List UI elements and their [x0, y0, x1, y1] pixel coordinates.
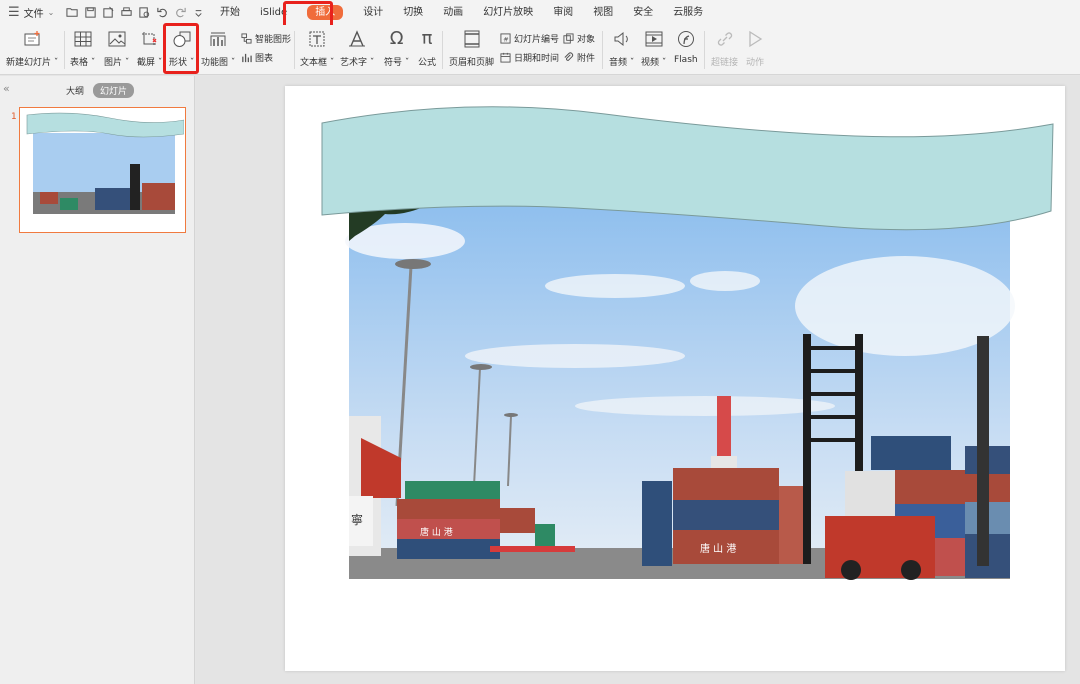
ribbon-separator	[64, 31, 65, 69]
slide-number-icon: #	[500, 33, 511, 44]
slide-thumbnail-1[interactable]	[19, 107, 186, 233]
svg-text:唐 山 港: 唐 山 港	[700, 542, 736, 555]
shape-button-highlight	[163, 23, 199, 74]
container-port-photo[interactable]: 寧 唐 山 港 唐 山 港	[345, 204, 1015, 580]
function-chart-button[interactable]: 功能图 ˇ	[201, 29, 235, 68]
ribbon-separator	[704, 31, 705, 69]
table-button[interactable]: 表格 ˇ	[70, 29, 95, 68]
attachment-label: 附件	[577, 54, 596, 64]
ribbon-separator	[602, 31, 603, 69]
tab-slideshow[interactable]: 幻灯片放映	[473, 0, 543, 25]
function-chart-icon	[207, 29, 229, 49]
chart-icon	[242, 53, 252, 63]
play-action-icon	[744, 29, 766, 49]
formula-button[interactable]: π 公式	[416, 28, 438, 69]
print-icon[interactable]	[120, 6, 133, 19]
slide-number-label: 幻灯片编号	[514, 35, 560, 45]
text-box-icon	[306, 29, 328, 49]
calendar-icon	[500, 52, 511, 63]
tab-home[interactable]: 开始	[210, 0, 250, 25]
slide-canvas[interactable]: 寧 唐 山 港 唐 山 港	[285, 86, 1065, 671]
table-icon	[72, 29, 94, 49]
new-slide-button[interactable]: 新建幻灯片 ˇ	[6, 29, 58, 68]
collapse-panel-icon[interactable]: «	[3, 82, 10, 95]
slide-number: 1	[11, 112, 17, 122]
smart-art-icon	[241, 33, 252, 44]
action-button[interactable]: 动作	[744, 29, 766, 68]
flash-button[interactable]: Flash	[674, 29, 698, 65]
header-footer-button[interactable]: 页眉和页脚	[449, 29, 494, 68]
hyperlink-button[interactable]: 超链接	[711, 29, 738, 68]
screenshot-icon	[139, 29, 161, 49]
ribbon-separator	[442, 31, 443, 69]
date-time-label: 日期和时间	[514, 54, 560, 64]
omega-icon: Ω	[389, 28, 404, 49]
tab-transitions[interactable]: 切换	[393, 0, 433, 25]
chart-button[interactable]: 图表	[241, 51, 273, 64]
object-button[interactable]: 对象	[563, 32, 595, 45]
picture-button[interactable]: 图片 ˇ	[104, 29, 129, 68]
smart-art-label: 智能图形	[255, 35, 292, 45]
open-folder-icon[interactable]	[66, 6, 79, 19]
picture-icon	[106, 29, 128, 49]
tab-animations[interactable]: 动画	[433, 0, 473, 25]
slide-number-button[interactable]: # 幻灯片编号	[500, 32, 559, 45]
hamburger-icon: ☰	[8, 5, 20, 20]
customize-toolbar-icon[interactable]	[192, 6, 205, 19]
symbol-button[interactable]: Ω 符号 ˇ	[384, 28, 409, 69]
tab-outline[interactable]: 大纲	[66, 84, 84, 97]
svg-text:唐 山 港: 唐 山 港	[420, 526, 453, 538]
flash-icon	[675, 29, 697, 49]
quick-access-toolbar	[66, 6, 205, 19]
paperclip-icon	[564, 52, 574, 61]
text-box-button[interactable]: 文本框 ˇ	[300, 29, 334, 68]
tab-design[interactable]: 设计	[353, 0, 393, 25]
audio-button[interactable]: 音频 ˇ	[609, 29, 634, 68]
tab-view[interactable]: 视图	[583, 0, 623, 25]
svg-text:寧: 寧	[351, 512, 363, 527]
save-as-icon[interactable]	[102, 6, 115, 19]
ribbon-separator	[294, 31, 295, 69]
word-art-icon	[346, 29, 368, 49]
ribbon-insert: 新建幻灯片 ˇ 表格 ˇ 图片 ˇ 截屏 ˇ 形状 ˇ 功能图 ˇ 智能图形 图…	[0, 25, 1080, 75]
tab-slides[interactable]: 幻灯片	[93, 83, 135, 98]
header-footer-icon	[461, 29, 483, 49]
menu-bar: ☰ 文件 ⌄ 开始 iSlide 插入 设计 切换 动画 幻灯片放映 审阅 视图…	[0, 0, 1080, 25]
video-button[interactable]: 视频 ˇ	[641, 29, 666, 68]
save-icon[interactable]	[84, 6, 97, 19]
screenshot-button[interactable]: 截屏 ˇ	[137, 29, 162, 68]
object-icon	[563, 33, 574, 44]
tab-security[interactable]: 安全	[623, 0, 663, 25]
speaker-icon	[611, 29, 633, 49]
pi-icon: π	[421, 28, 433, 49]
video-icon	[643, 29, 665, 49]
file-menu-label: 文件	[23, 9, 44, 20]
chart-label: 图表	[255, 54, 274, 64]
smart-art-button[interactable]: 智能图形	[241, 32, 291, 45]
attachment-button[interactable]: 附件	[563, 51, 595, 64]
tab-review[interactable]: 审阅	[543, 0, 583, 25]
chevron-down-icon: ⌄	[47, 8, 55, 17]
object-label: 对象	[577, 35, 596, 45]
print-preview-icon[interactable]	[138, 6, 151, 19]
link-icon	[714, 29, 736, 49]
slide-content: 寧 唐 山 港 唐 山 港	[321, 106, 1054, 580]
word-art-button[interactable]: 艺术字 ˇ	[340, 29, 374, 68]
new-slide-icon	[21, 29, 43, 49]
tab-cloud[interactable]: 云服务	[663, 0, 713, 25]
slide-thumbnail-preview	[26, 112, 184, 214]
date-time-button[interactable]: 日期和时间	[500, 51, 559, 64]
svg-text:#: #	[503, 35, 508, 43]
file-menu[interactable]: ☰ 文件 ⌄	[0, 0, 60, 25]
panel-header: « 大纲 幻灯片	[0, 82, 195, 98]
undo-icon[interactable]	[156, 6, 169, 19]
redo-icon[interactable]	[174, 6, 187, 19]
